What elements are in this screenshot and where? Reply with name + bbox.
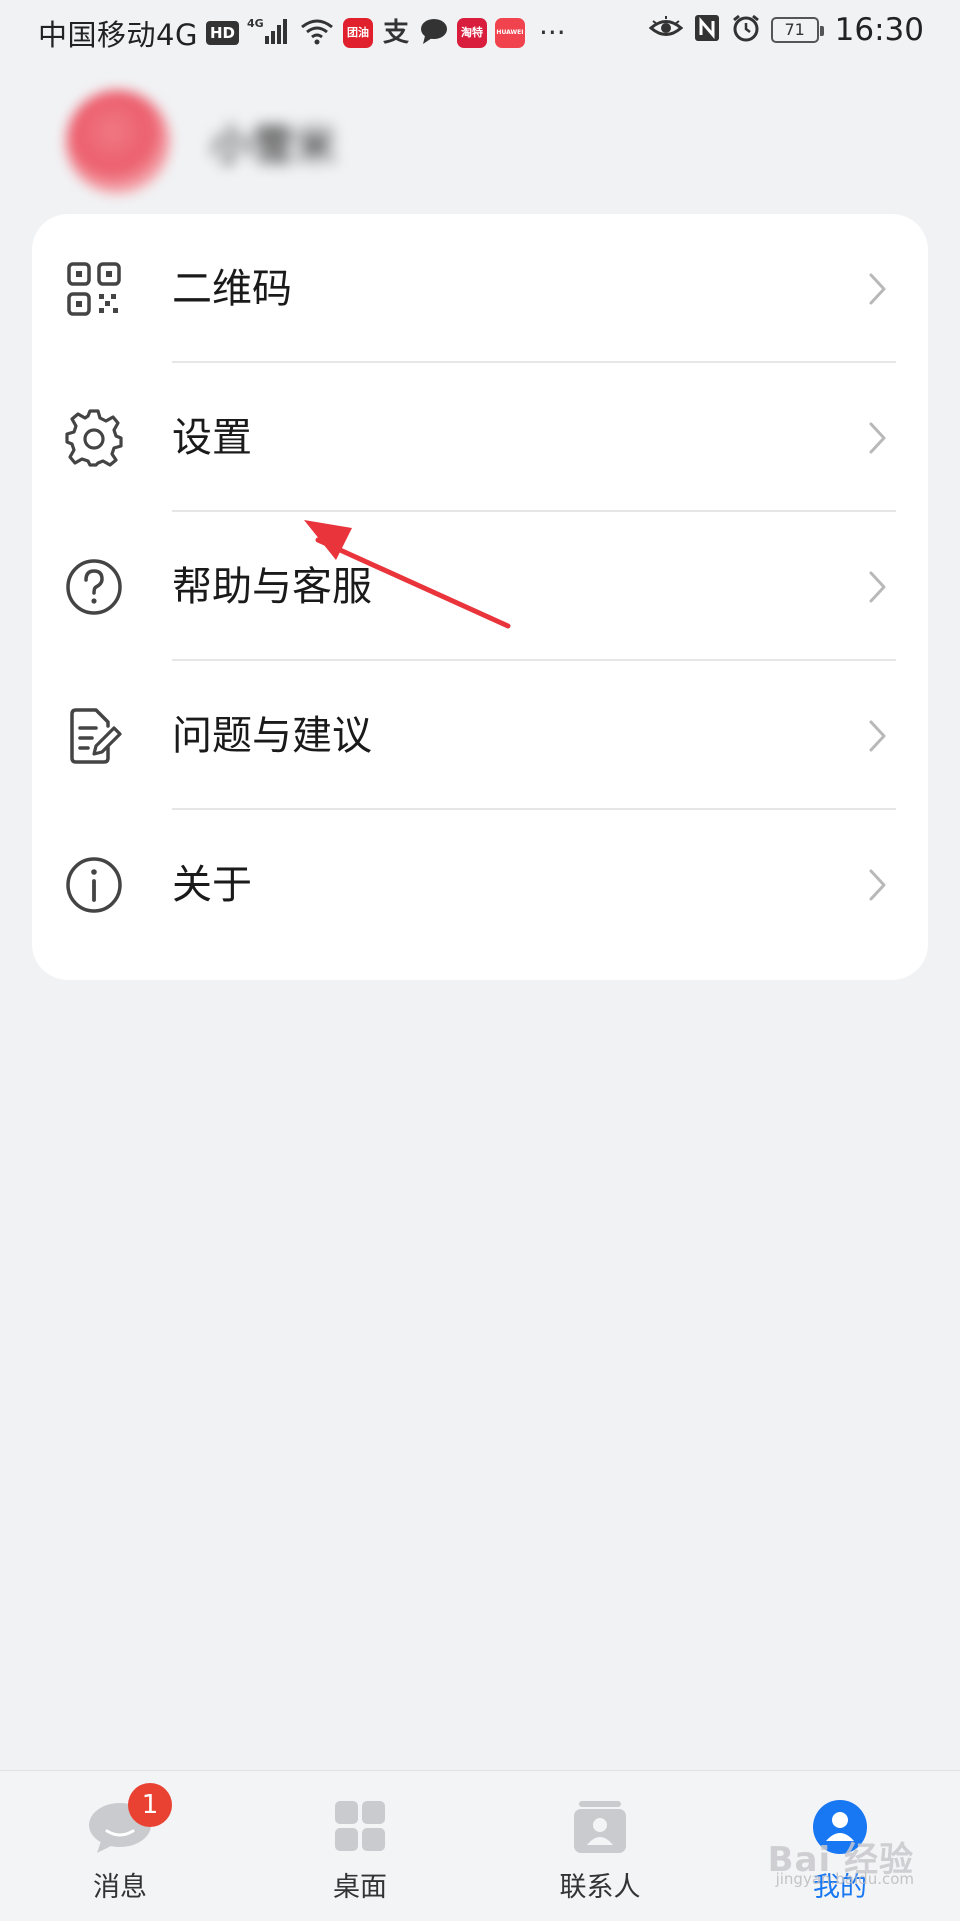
tab-messages[interactable]: 1 消息 [0,1771,240,1921]
chevron-right-icon [869,273,886,305]
tab-desktop[interactable]: 桌面 [240,1771,480,1921]
tab-contacts[interactable]: 联系人 [480,1771,720,1921]
menu-item-about[interactable]: 关于 [32,810,928,959]
tuanyou-app-icon: 团油 [342,18,373,48]
info-icon [66,857,122,913]
huawei-app-icon: HUAWEI [494,18,525,48]
battery-level: 71 [784,20,805,39]
profile-header[interactable]: 小雪米 [66,82,336,202]
signal-icon: 4G [247,16,291,50]
menu-item-label: 帮助与客服 [172,564,372,610]
menu-card: 二维码 设置 帮助与客服 问题与建议 关于 [32,214,928,980]
status-bar-left: 中国移动4G HD 4G 团油 支 淘特 HUAWEI ··· [38,12,566,54]
menu-item-help[interactable]: 帮助与客服 [32,512,928,661]
eye-icon [648,15,683,45]
qr-code-icon [67,262,121,316]
chevron-right-icon [869,422,886,454]
tab-label: 桌面 [333,1872,387,1903]
wifi-icon [299,16,335,50]
unread-badge: 1 [128,1783,172,1827]
tab-label: 消息 [93,1872,147,1903]
feedback-icon [70,708,122,764]
clock: 16:30 [834,12,924,48]
username: 小雪米 [210,120,337,170]
nfc-icon [693,13,721,47]
hd-badge: HD [205,21,239,45]
status-bar: 中国移动4G HD 4G 团油 支 淘特 HUAWEI ··· 71 16:30 [0,0,960,66]
menu-item-settings[interactable]: 设置 [32,363,928,512]
taote-app-icon: 淘特 [456,18,487,48]
watermark-url: jingyan.baidu.com [775,1870,914,1888]
chevron-right-icon [869,869,886,901]
menu-item-label: 关于 [172,862,252,908]
chevron-right-icon [869,571,886,603]
grid-icon [335,1801,385,1851]
alarm-icon [731,13,761,47]
carrier-label: 中国移动4G [38,18,198,52]
contacts-icon [574,1801,626,1853]
avatar[interactable] [66,90,170,194]
help-icon [66,559,122,615]
alipay-icon: 支 [382,18,409,48]
menu-item-label: 二维码 [172,266,292,312]
gear-icon [65,409,123,467]
menu-item-label: 设置 [172,415,252,461]
tab-label: 联系人 [559,1872,641,1903]
menu-item-feedback[interactable]: 问题与建议 [32,661,928,810]
menu-item-qr-code[interactable]: 二维码 [32,214,928,363]
network-type-label: 4G [247,17,264,30]
chat-bubble-icon [419,16,449,50]
chevron-right-icon [869,720,886,752]
more-notifications-icon: ··· [538,16,566,49]
menu-item-label: 问题与建议 [172,713,372,759]
battery-icon: 71 [770,17,824,43]
status-bar-right: 71 16:30 [648,12,924,48]
